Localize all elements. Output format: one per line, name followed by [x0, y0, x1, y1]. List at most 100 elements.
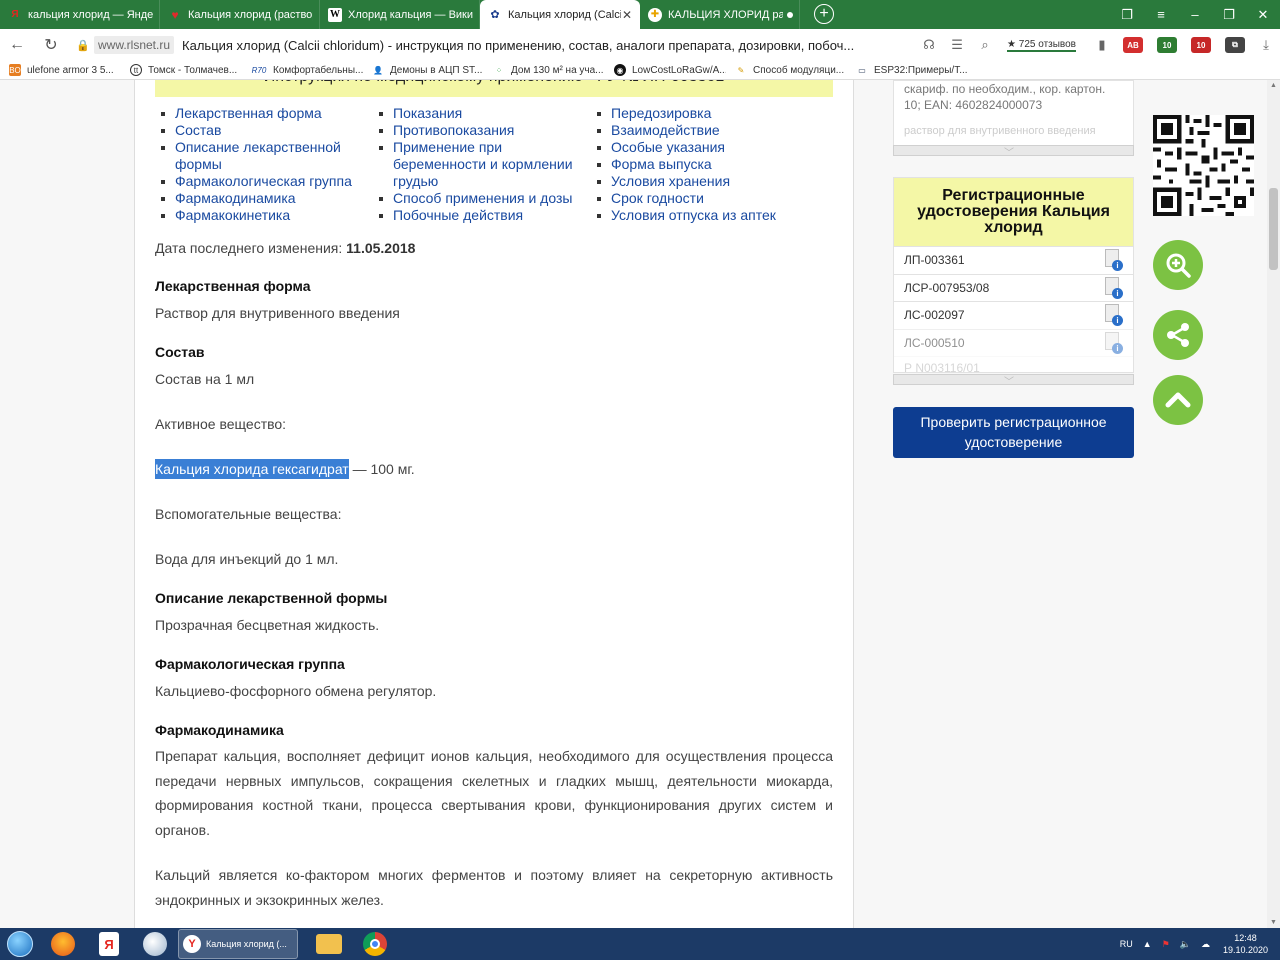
bookmark-r70-icon: R70: [251, 65, 267, 75]
taskbar-yandex[interactable]: Я: [86, 928, 132, 960]
extension-puzzle-icon[interactable]: ⧉: [1225, 37, 1245, 53]
close-window-icon[interactable]: ✕: [1246, 7, 1280, 23]
adblock-extension-icon[interactable]: AB: [1123, 37, 1143, 53]
back-button[interactable]: ←: [0, 36, 34, 54]
toc-link[interactable]: Противопоказания: [373, 122, 591, 139]
document-info-icon[interactable]: i: [1103, 331, 1123, 354]
document-info-icon[interactable]: i: [1103, 276, 1123, 299]
toc-link[interactable]: Фармакологическая группа: [155, 173, 373, 190]
monitor-icon: ▭: [858, 65, 866, 75]
extension-red-icon[interactable]: 10: [1191, 37, 1211, 53]
bookmark-item[interactable]: ✎ Способ модуляци...: [735, 64, 847, 76]
document-info-icon[interactable]: i: [1103, 304, 1123, 327]
share-button[interactable]: [1153, 310, 1203, 360]
bookmark-item[interactable]: BO ulefone armor 3 5...: [9, 64, 121, 76]
close-tab-icon[interactable]: ✕: [621, 8, 633, 22]
taskbar-explorer[interactable]: [306, 928, 352, 960]
bookmark-item[interactable]: tt Томск - Толмачев...: [130, 64, 242, 76]
registration-item[interactable]: ЛСР-007953/08 i: [894, 273, 1133, 302]
zoom-button[interactable]: [1153, 240, 1203, 290]
document-info-icon[interactable]: i: [1103, 249, 1123, 272]
registration-title: Регистрационные удостоверения Кальция хл…: [894, 178, 1133, 246]
toc-link[interactable]: Взаимодействие: [591, 122, 809, 139]
toc-link[interactable]: Условия хранения: [591, 173, 809, 190]
reader-mode-icon[interactable]: ☰: [943, 37, 971, 53]
toc-link[interactable]: Применение при беременности и кормлении …: [373, 139, 591, 190]
zoom-in-icon: [1166, 253, 1191, 278]
search-page-icon[interactable]: ⌕: [971, 37, 999, 53]
url-field[interactable]: 🔒 www.rlsnet.ru Кальция хлорид (Calcii c…: [76, 36, 866, 54]
tab-calcium-upper[interactable]: ✚ КАЛЬЦИЯ ХЛОРИД ра: [640, 0, 800, 29]
extension-green-icon[interactable]: 10: [1157, 37, 1177, 53]
registration-item[interactable]: ЛС-002097 i: [894, 301, 1133, 329]
menu-icon[interactable]: ≡: [1144, 7, 1178, 22]
tab-rlsnet-heart[interactable]: ♥ Кальция хлорид (раствор: [160, 0, 320, 29]
registration-item[interactable]: ЛП-003361 i: [894, 246, 1133, 274]
toc-link[interactable]: Передозировка: [591, 105, 809, 122]
toc-link[interactable]: Фармакодинамика: [155, 190, 373, 207]
toc-column-3: Передозировка Взаимодействие Особые указ…: [591, 105, 809, 224]
toc-link[interactable]: Форма выпуска: [591, 156, 809, 173]
show-hidden-icons-icon[interactable]: ▲: [1143, 939, 1152, 949]
cloud-icon[interactable]: ☁: [1201, 939, 1210, 950]
tab-wikipedia[interactable]: W Хлорид кальция — Википедия: [320, 0, 480, 29]
network-error-icon[interactable]: ⚑: [1162, 939, 1170, 950]
toc-link[interactable]: Описание лекарственной формы: [155, 139, 373, 173]
yandex-browser-icon: Я: [99, 932, 119, 956]
registration-number: Р N003116/01: [904, 361, 980, 372]
tab-yandex[interactable]: Я кальция хлорид — Яндекс: [0, 0, 160, 29]
start-button[interactable]: [0, 928, 40, 960]
clock[interactable]: 12:48 19.10.2020: [1223, 932, 1268, 956]
headphones-icon[interactable]: ☊: [915, 37, 943, 53]
new-tab-button[interactable]: +: [814, 4, 834, 24]
toc-link[interactable]: Фармакокинетика: [155, 207, 373, 224]
toc-link[interactable]: Состав: [155, 122, 373, 139]
bookmark-label: Дом 130 м² на уча...: [511, 64, 604, 76]
scroll-down-arrow-icon[interactable]: ▼: [1270, 919, 1277, 926]
package-scroll-down[interactable]: ﹀: [893, 145, 1134, 159]
bookmark-item[interactable]: ⁘ Дом 130 м² на уча...: [493, 64, 605, 76]
registration-number: ЛСР-007953/08: [904, 280, 990, 295]
bookmark-item[interactable]: 👤 Демоны в АЦП ST...: [372, 64, 484, 76]
scrollbar-thumb[interactable]: [1269, 188, 1278, 270]
volume-icon[interactable]: 🔈: [1180, 939, 1191, 950]
scroll-up-arrow-icon[interactable]: ▲: [1270, 82, 1277, 89]
tabs-overview-icon[interactable]: ❐: [1110, 7, 1144, 23]
toc-link[interactable]: Лекарственная форма: [155, 105, 373, 122]
registration-number: ЛС-000510: [904, 335, 965, 350]
firefox-icon: [51, 932, 75, 956]
plus-circle-icon: ✚: [648, 7, 662, 22]
check-registration-button[interactable]: Проверить регистрационное удостоверение: [893, 407, 1134, 458]
registration-item[interactable]: Р N003116/01: [894, 356, 1133, 372]
toc-link[interactable]: Побочные действия: [373, 207, 591, 224]
taskbar-orb-app[interactable]: [132, 928, 178, 960]
registration-item[interactable]: ЛС-000510 i: [894, 328, 1133, 357]
bookmark-item[interactable]: ▭ ESP32:Примеры/Т...: [856, 64, 968, 76]
github-icon: ◉: [614, 64, 626, 76]
bookmark-icon[interactable]: ▮: [1088, 37, 1116, 53]
taskbar-chrome[interactable]: [352, 928, 398, 960]
taskbar-active-window[interactable]: Y Кальция хлорид (...: [178, 929, 298, 959]
scroll-to-top-button[interactable]: [1153, 375, 1203, 425]
reload-button[interactable]: ↻: [34, 35, 68, 55]
toc-link[interactable]: Особые указания: [591, 139, 809, 156]
registration-scroll-down[interactable]: ﹀: [893, 374, 1134, 388]
toc-link[interactable]: Срок годности: [591, 190, 809, 207]
download-icon[interactable]: ⤓: [1252, 37, 1280, 53]
restore-icon[interactable]: ❐: [1212, 7, 1246, 23]
reviews-badge[interactable]: ★ 725 отзывов: [1007, 39, 1076, 52]
language-indicator[interactable]: RU: [1120, 939, 1133, 949]
toc-link[interactable]: Условия отпуска из аптек: [591, 207, 809, 224]
minimize-icon[interactable]: –: [1178, 7, 1212, 22]
bookmarks-bar: BO ulefone armor 3 5... tt Томск - Толмаче…: [0, 61, 1280, 80]
toc-link[interactable]: Показания: [373, 105, 591, 122]
bookmark-item[interactable]: ◉ LowCostLoRaGw/A...: [614, 64, 726, 76]
toc-link[interactable]: Способ применения и дозы: [373, 190, 591, 207]
page-scrollbar[interactable]: ▲ ▼: [1267, 80, 1280, 928]
last-modified-label: Дата последнего изменения:: [155, 240, 343, 256]
bookmark-item[interactable]: R70 Комфортабельны...: [251, 64, 363, 76]
selected-text[interactable]: Кальция хлорида гексагидрат: [155, 459, 349, 479]
taskbar-firefox[interactable]: [40, 928, 86, 960]
package-ean: 10; EAN: 4602824000073: [904, 98, 1043, 112]
tab-rlsnet-active[interactable]: ✿ Кальция хлорид (Calci ✕: [480, 0, 640, 29]
